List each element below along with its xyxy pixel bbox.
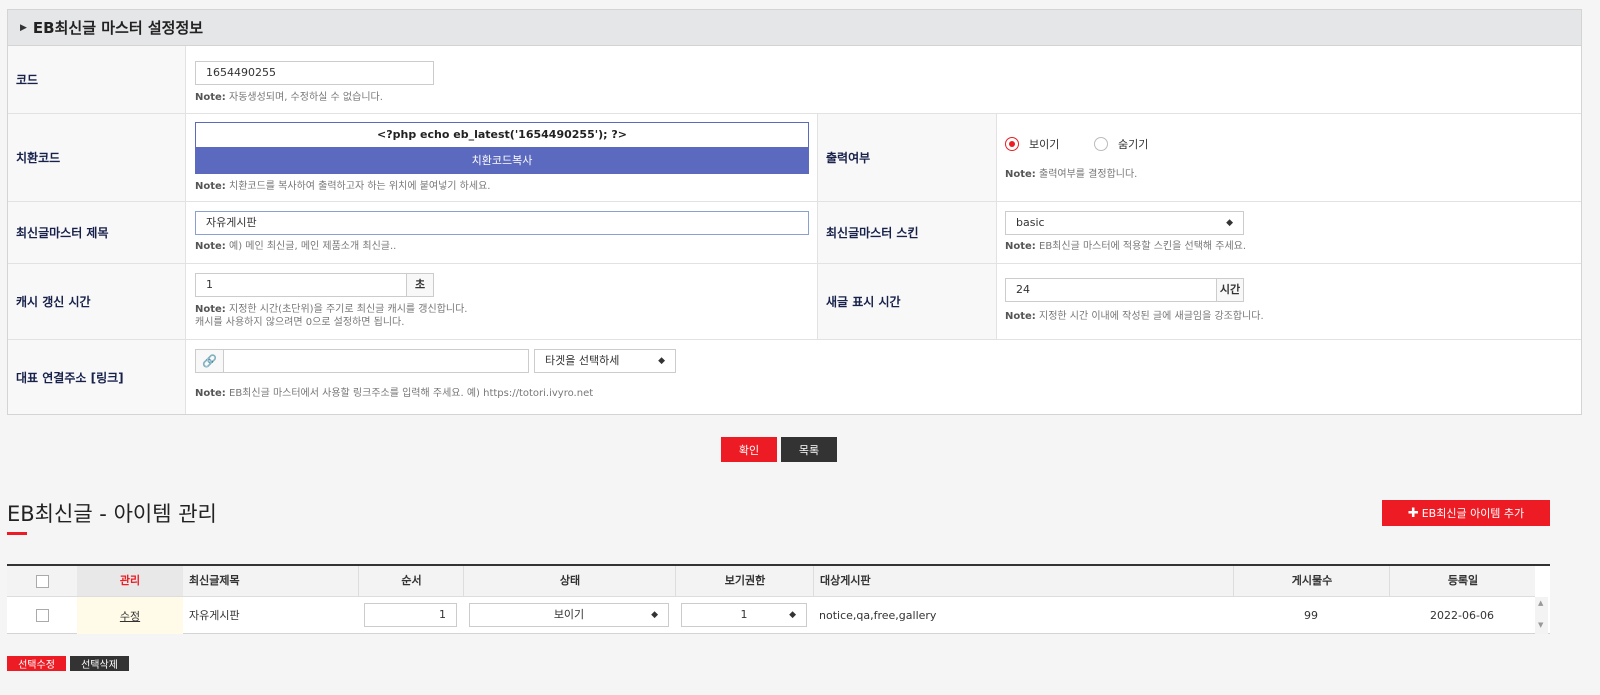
status-select[interactable]: 보이기 ◆: [469, 603, 669, 627]
header-perm: 보기권한: [675, 566, 814, 596]
cache-unit: 초: [406, 273, 434, 297]
row-cache: 캐시 갱신 시간 1 초 Note: 지정한 시간(초단위)을 주기로 최신글 …: [8, 264, 1581, 340]
scroll-up-icon[interactable]: ▲: [1538, 599, 1543, 607]
add-item-button[interactable]: ✚ EB최신글 아이템 추가: [1382, 500, 1550, 526]
row-code: 코드 1654490255 Note: 자동생성되며, 수정하실 수 없습니다.: [8, 46, 1581, 114]
row-title: 최신글마스터 제목 자유게시판 Note: 예) 메인 최신글, 메인 제품소개…: [8, 202, 1581, 264]
row-manage-cell: 수정: [77, 597, 183, 634]
cache-input[interactable]: 1: [195, 273, 407, 297]
header-title: 최신글제목: [189, 574, 240, 587]
output-note: Note: 출력여부를 결정합니다.: [1005, 169, 1138, 180]
items-title-underline: [7, 532, 27, 535]
row-boards: notice,qa,free,gallery: [819, 609, 937, 622]
cell-output: 보이기 숨기기 Note: 출력여부를 결정합니다.: [997, 114, 1581, 201]
edit-link[interactable]: 수정: [120, 608, 140, 624]
plus-icon: ✚: [1407, 505, 1419, 521]
updown-arrow-icon: ◆: [651, 610, 658, 620]
header-order: 순서: [358, 566, 464, 596]
skin-note: Note: EB최신글 마스터에 적용할 스킨을 선택해 주세요.: [1005, 241, 1247, 252]
table-header: 관리 최신글제목 순서 상태 보기권한 대상게시판 게시물수 등록일: [7, 566, 1535, 597]
newpost-note: Note: 지정한 시간 이내에 작성된 글에 새글임을 강조합니다.: [1005, 311, 1264, 322]
row-checkbox[interactable]: [35, 609, 49, 622]
row-link: 대표 연결주소 [링크] 🔗 타겟을 선택하세 ◆ Note: EB최신글 마스…: [8, 340, 1581, 414]
link-icon: 🔗: [202, 354, 217, 368]
master-title-note: Note: 예) 메인 최신글, 메인 제품소개 최신글..: [195, 241, 397, 252]
replace-code-box[interactable]: <?php echo eb_latest('1654490255'); ?>: [195, 122, 809, 148]
radio-checked-icon: [1005, 137, 1019, 151]
header-boards: 대상게시판: [813, 566, 1233, 596]
newpost-unit: 시간: [1216, 278, 1244, 302]
skin-select[interactable]: basic ◆: [1005, 211, 1244, 235]
row-date: 2022-06-06: [1430, 609, 1494, 622]
row-title: 자유게시판: [189, 609, 240, 622]
triangle-right-icon: ▶: [20, 22, 27, 33]
radio-hide[interactable]: 숨기기: [1094, 136, 1148, 152]
header-date: 등록일: [1389, 566, 1536, 596]
link-input[interactable]: [223, 349, 529, 373]
link-note: Note: EB최신글 마스터에서 사용할 링크주소를 입력해 주세요. 예) …: [195, 388, 594, 399]
code-input[interactable]: 1654490255: [195, 61, 434, 85]
row-check-cell: [7, 597, 77, 634]
cache-note: Note: 지정한 시간(초단위)을 주기로 최신글 캐시를 갱신합니다.: [195, 304, 468, 315]
cell-newpost: 24 시간 Note: 지정한 시간 이내에 작성된 글에 새글임을 강조합니다…: [997, 264, 1581, 339]
updown-arrow-icon: ◆: [1226, 218, 1233, 228]
code-note: Note: 자동생성되며, 수정하실 수 없습니다.: [195, 92, 383, 103]
label-master-title: 최신글마스터 제목: [8, 202, 186, 263]
copy-replace-code-button[interactable]: 치환코드복사: [195, 148, 809, 174]
header-manage: 관리: [77, 566, 183, 596]
newpost-input[interactable]: 24: [1005, 278, 1217, 302]
items-title: EB최신글 - 아이템 관리: [7, 502, 217, 526]
radio-unchecked-icon: [1094, 137, 1108, 151]
header-count: 게시물수: [1233, 566, 1390, 596]
label-code: 코드: [8, 46, 186, 113]
label-newpost: 새글 표시 시간: [817, 264, 997, 339]
cell-replace: <?php echo eb_latest('1654490255'); ?> 치…: [186, 114, 817, 201]
master-title-input[interactable]: 자유게시판: [195, 211, 809, 235]
label-link: 대표 연결주소 [링크]: [8, 340, 186, 414]
perm-select[interactable]: 1 ◆: [681, 603, 807, 627]
label-replace: 치환코드: [8, 114, 186, 201]
row-replace: 치환코드 <?php echo eb_latest('1654490255');…: [8, 114, 1581, 202]
cell-cache: 1 초 Note: 지정한 시간(초단위)을 주기로 최신글 캐시를 갱신합니다…: [186, 264, 817, 339]
cache-note-2: 캐시를 사용하지 않으려면 0으로 설정하면 됩니다.: [195, 317, 405, 328]
order-input[interactable]: 1: [364, 603, 457, 627]
label-cache: 캐시 갱신 시간: [8, 264, 186, 339]
cell-skin: basic ◆ Note: EB최신글 마스터에 적용할 스킨을 선택해 주세요…: [997, 202, 1581, 263]
list-button[interactable]: 목록: [781, 437, 837, 462]
settings-panel: ▶ EB최신글 마스터 설정정보 코드 1654490255 Note: 자동생…: [7, 9, 1582, 415]
updown-arrow-icon: ◆: [789, 610, 796, 620]
header-check-cell: [7, 566, 77, 596]
confirm-button[interactable]: 확인: [721, 437, 777, 462]
target-select[interactable]: 타겟을 선택하세 ◆: [534, 349, 676, 373]
cell-code: 1654490255 Note: 자동생성되며, 수정하실 수 없습니다.: [186, 46, 1581, 113]
table-row: 수정 자유게시판 1 보이기 ◆ 1 ◆ notice,qa,free,gall…: [7, 597, 1535, 634]
link-addon: 🔗: [195, 349, 224, 373]
label-output: 출력여부: [817, 114, 997, 201]
panel-header: ▶ EB최신글 마스터 설정정보: [8, 10, 1581, 46]
panel-title: EB최신글 마스터 설정정보: [32, 19, 204, 37]
cell-link: 🔗 타겟을 선택하세 ◆ Note: EB최신글 마스터에서 사용할 링크주소를…: [186, 340, 1581, 414]
items-table-wrap: 관리 최신글제목 순서 상태 보기권한 대상게시판 게시물수 등록일 수정 자유…: [7, 564, 1550, 634]
replace-note: Note: 치환코드를 복사하여 출력하고자 하는 위치에 붙여넣기 하세요.: [195, 181, 491, 192]
updown-arrow-icon: ◆: [658, 356, 665, 366]
cell-master-title: 자유게시판 Note: 예) 메인 최신글, 메인 제품소개 최신글..: [186, 202, 817, 263]
row-count: 99: [1304, 609, 1318, 622]
bulk-delete-button[interactable]: 선택삭제: [70, 656, 129, 671]
select-all-checkbox[interactable]: [35, 574, 49, 588]
table-scrollbar[interactable]: ▲ ▼: [1535, 597, 1548, 634]
radio-show[interactable]: 보이기: [1005, 136, 1059, 152]
scroll-down-icon[interactable]: ▼: [1538, 621, 1543, 629]
bulk-edit-button[interactable]: 선택수정: [7, 656, 66, 671]
label-skin: 최신글마스터 스킨: [817, 202, 997, 263]
header-status: 상태: [463, 566, 676, 596]
